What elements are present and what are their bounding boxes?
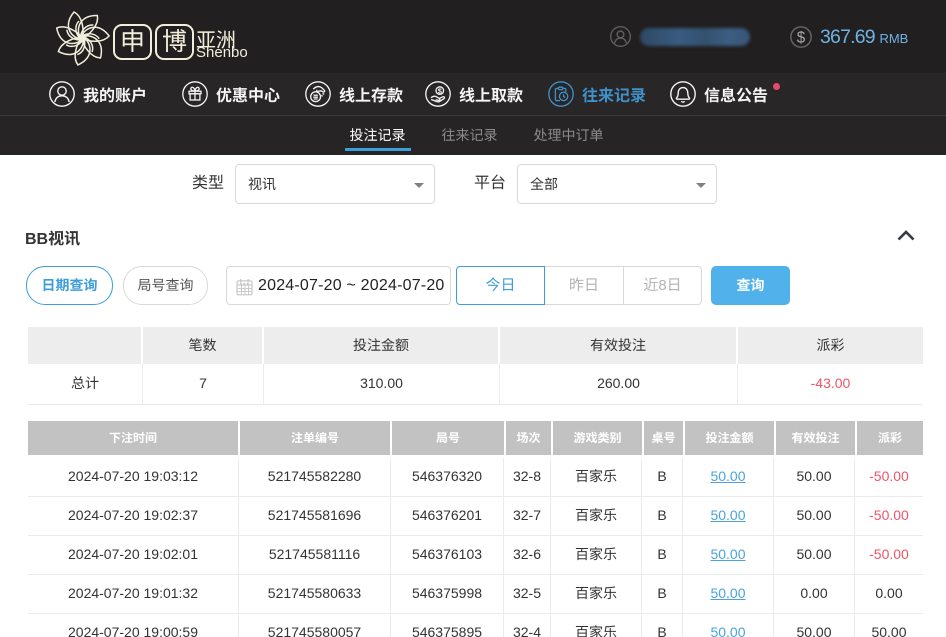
svg-text:$: $ — [797, 30, 806, 47]
